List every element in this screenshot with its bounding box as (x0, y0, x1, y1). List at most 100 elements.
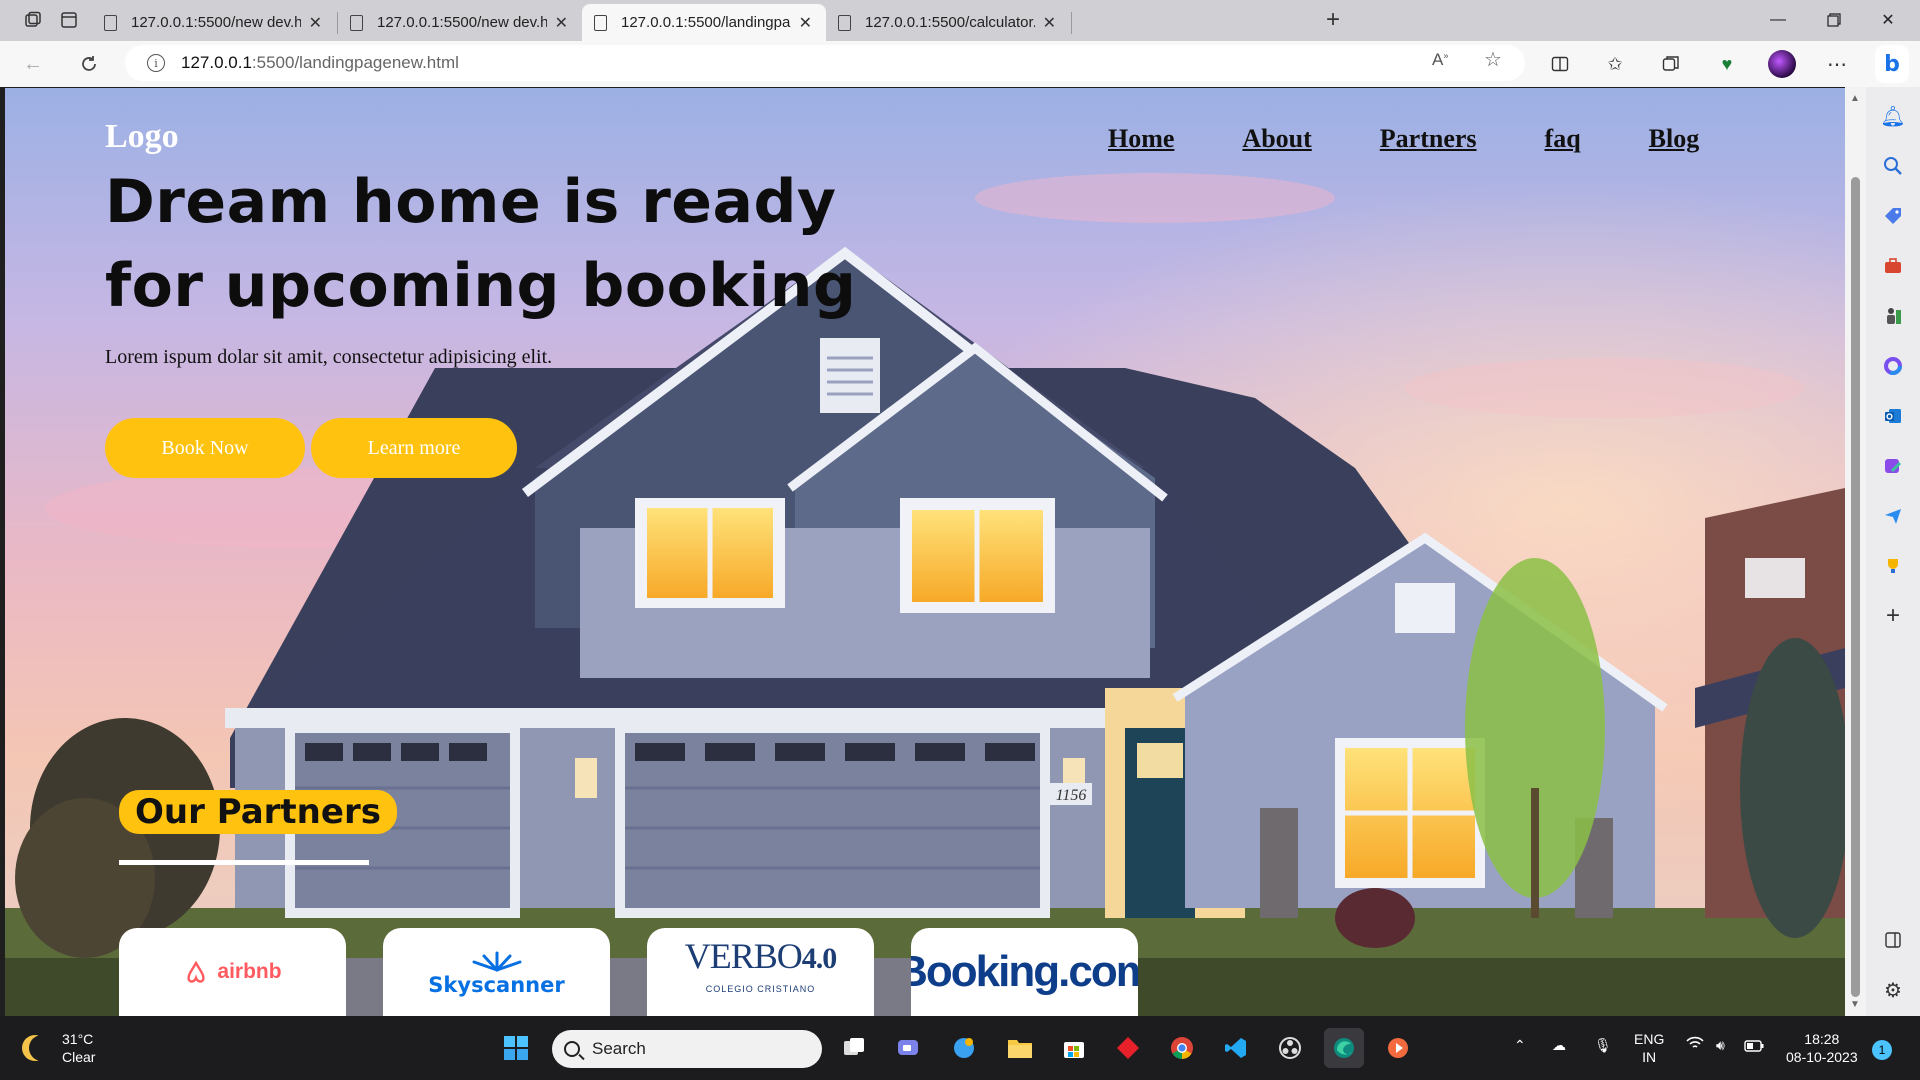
battery-icon[interactable] (1744, 1038, 1764, 1056)
weather-widget[interactable]: 31°C Clear (22, 1030, 95, 1066)
tab-title: 127.0.0.1:5500/new dev.html (377, 14, 547, 31)
page-viewport: 1156 Logo Home About Partners faq Blog D… (5, 88, 1845, 1016)
nav-link-about[interactable]: About (1242, 124, 1311, 154)
read-aloud-icon[interactable]: A» (1432, 50, 1448, 70)
sunburst-icon (472, 951, 521, 971)
designer-icon[interactable] (1878, 451, 1908, 481)
page-scrollbar[interactable]: ▲ ▼ (1845, 87, 1866, 1016)
profile-avatar[interactable] (1768, 50, 1796, 78)
site-logo[interactable]: Logo (105, 118, 179, 156)
close-window-icon[interactable]: ✕ (1868, 6, 1908, 34)
add-sidebar-app-icon[interactable]: + (1878, 601, 1908, 631)
partner-card-airbnb[interactable]: airbnb (119, 928, 346, 1016)
nav-link-partners[interactable]: Partners (1380, 124, 1477, 154)
teams-chat-icon[interactable] (888, 1028, 928, 1068)
wifi-icon[interactable] (1686, 1036, 1704, 1054)
partners-heading: Our Partners (119, 790, 397, 834)
notification-badge[interactable]: 1 (1872, 1040, 1892, 1060)
close-icon[interactable]: ✕ (799, 13, 812, 33)
moon-icon (29, 1035, 55, 1061)
obs-icon[interactable] (1270, 1028, 1310, 1068)
learn-more-button[interactable]: Learn more (311, 418, 517, 478)
trophy-icon[interactable] (1878, 551, 1908, 581)
show-hidden-icons-chevron[interactable]: ⌃ (1514, 1036, 1526, 1054)
nav-link-home[interactable]: Home (1108, 124, 1174, 154)
settings-gear-icon[interactable]: ⚙ (1878, 975, 1908, 1005)
search-icon[interactable] (1878, 151, 1908, 181)
split-screen-icon[interactable] (1545, 49, 1575, 79)
partner-card-verbo[interactable]: VERBO4.0 COLEGIO CRISTIANO (647, 928, 874, 1016)
minimize-icon[interactable]: — (1758, 6, 1798, 34)
browser-tab[interactable]: 127.0.0.1:5500/calculator.html ✕ (826, 4, 1070, 41)
address-bar[interactable]: i 127.0.0.1:5500/landingpagenew.html (125, 45, 1525, 81)
partner-card-skyscanner[interactable]: Skyscanner (383, 928, 610, 1016)
browser-essentials-icon[interactable]: ♥ (1712, 49, 1742, 79)
address-toolbar: ← i 127.0.0.1:5500/landingpagenew.html A… (0, 41, 1920, 87)
book-now-button[interactable]: Book Now (105, 418, 305, 478)
chrome-icon[interactable] (1162, 1028, 1202, 1068)
games-icon[interactable] (1878, 301, 1908, 331)
app-red-diamond-icon[interactable] (1108, 1028, 1148, 1068)
notifications-bell-icon[interactable]: 🔔︎ (1878, 101, 1908, 131)
scroll-down-icon[interactable]: ▼ (1850, 999, 1860, 1010)
more-options-icon[interactable]: ⋯ (1822, 49, 1852, 79)
partners-underline (119, 860, 369, 865)
task-view-icon[interactable] (834, 1028, 874, 1068)
back-icon[interactable]: ← (18, 49, 48, 79)
verbo-logo: VERBO4.0 COLEGIO CRISTIANO (684, 935, 838, 994)
clock[interactable]: 18:28 08-10-2023 (1786, 1030, 1858, 1066)
outlook-icon[interactable] (1878, 401, 1908, 431)
search-icon (564, 1041, 580, 1057)
file-explorer-icon[interactable] (1000, 1028, 1040, 1068)
bing-copilot-icon[interactable]: b (1875, 45, 1909, 83)
partner-card-booking[interactable]: Booking.com (911, 928, 1138, 1016)
browser-tab-active[interactable]: 127.0.0.1:5500/landingpagenew.h ✕ (582, 4, 826, 41)
new-tab-icon[interactable]: + (1318, 6, 1348, 34)
onedrive-cloud-icon[interactable]: ☁ (1552, 1036, 1566, 1054)
volume-icon[interactable]: 🔊︎ (1716, 1036, 1725, 1054)
close-icon[interactable]: ✕ (1043, 13, 1056, 33)
scroll-thumb[interactable] (1851, 177, 1860, 997)
microsoft-365-icon[interactable] (1878, 351, 1908, 381)
site-info-icon[interactable]: i (147, 54, 165, 72)
favorite-star-icon[interactable]: ☆ (1484, 47, 1502, 72)
nav-link-blog[interactable]: Blog (1649, 124, 1700, 154)
workspaces-icon[interactable] (18, 6, 48, 34)
tab-actions-icon[interactable] (54, 6, 84, 34)
tab-title: 127.0.0.1:5500/new dev.html (131, 14, 301, 31)
vscode-icon[interactable] (1216, 1028, 1256, 1068)
close-icon[interactable]: ✕ (309, 13, 322, 33)
browser-tab[interactable]: 127.0.0.1:5500/new dev.html ✕ (92, 4, 336, 41)
tools-briefcase-icon[interactable] (1878, 251, 1908, 281)
taskbar-search[interactable]: Search (552, 1030, 822, 1068)
windows-taskbar: 31°C Clear Search ⌃ ☁ 🎙︎ ENG IN 🔊︎ 18:28… (0, 1016, 1920, 1080)
microsoft-store-icon[interactable] (1054, 1028, 1094, 1068)
page-icon (104, 14, 117, 31)
microphone-icon[interactable]: 🎙︎ (1594, 1036, 1612, 1054)
hide-sidebar-icon[interactable] (1878, 925, 1908, 955)
edge-sidebar: 🔔︎ + ⚙ (1866, 87, 1920, 1016)
page-icon (838, 14, 851, 31)
browser-tab-strip: 127.0.0.1:5500/new dev.html ✕ 127.0.0.1:… (0, 0, 1920, 41)
language-indicator[interactable]: ENG IN (1634, 1030, 1664, 1066)
shopping-tag-icon[interactable] (1878, 201, 1908, 231)
close-icon[interactable]: ✕ (555, 13, 568, 33)
media-player-icon[interactable] (1378, 1028, 1418, 1068)
favorites-icon[interactable]: ✩ (1600, 49, 1630, 79)
nav-link-faq[interactable]: faq (1545, 124, 1581, 154)
copilot-icon[interactable] (944, 1028, 984, 1068)
restore-icon[interactable] (1814, 6, 1854, 34)
browser-tab[interactable]: 127.0.0.1:5500/new dev.html ✕ (338, 4, 582, 41)
edge-icon[interactable] (1324, 1028, 1364, 1068)
refresh-icon[interactable] (74, 49, 104, 79)
windows-start-icon[interactable] (496, 1028, 536, 1068)
page-icon (594, 14, 607, 31)
url-text[interactable]: 127.0.0.1:5500/landingpagenew.html (181, 53, 459, 73)
airbnb-logo: airbnb (183, 960, 282, 984)
collections-icon[interactable] (1656, 49, 1686, 79)
weather-temperature: 31°C (62, 1031, 94, 1047)
send-icon[interactable] (1878, 501, 1908, 531)
scroll-up-icon[interactable]: ▲ (1850, 93, 1860, 104)
site-navigation: Home About Partners faq Blog (1108, 124, 1699, 154)
hero-subtext: Lorem ispum dolar sit amit, consectetur … (105, 346, 553, 368)
